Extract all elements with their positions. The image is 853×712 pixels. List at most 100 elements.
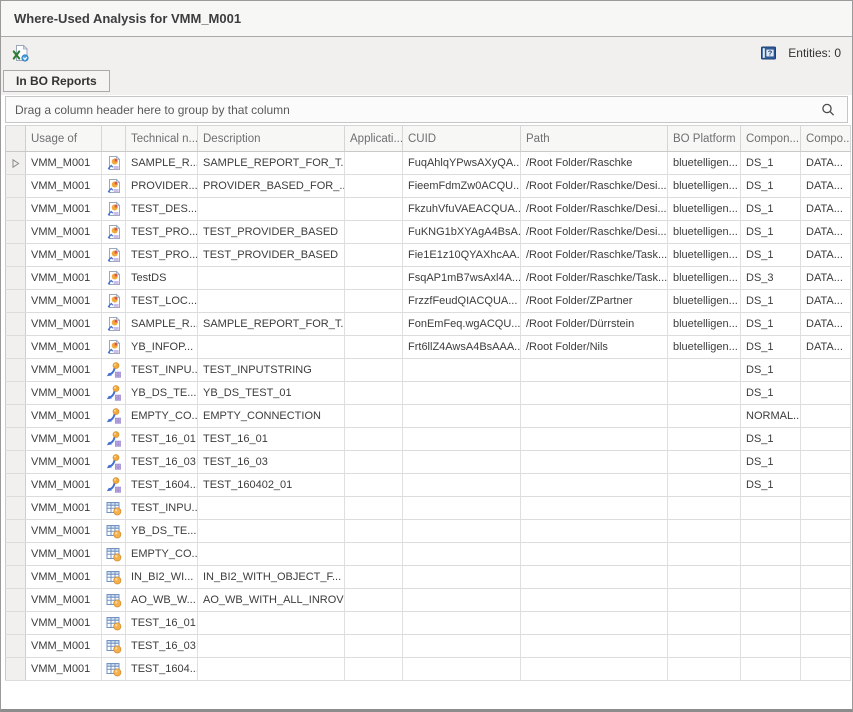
cell-component2: DATA... bbox=[801, 267, 851, 290]
row-indicator-cell[interactable] bbox=[6, 428, 26, 451]
cell-technical: EMPTY_CO... bbox=[126, 543, 198, 566]
row-indicator-cell[interactable] bbox=[6, 244, 26, 267]
cell-path bbox=[521, 359, 668, 382]
group-by-bar[interactable]: Drag a column header here to group by th… bbox=[5, 96, 848, 123]
column-header-path[interactable]: Path bbox=[521, 126, 668, 152]
cell-type-icon bbox=[102, 359, 126, 382]
cell-cuid bbox=[403, 359, 521, 382]
table-row[interactable]: VMM_M001 TEST_16_03 bbox=[6, 635, 851, 658]
connection-arrow-icon bbox=[106, 477, 122, 493]
tab-in-bo-reports[interactable]: In BO Reports bbox=[3, 70, 110, 92]
table-row[interactable]: VMM_M001 TEST_1604...TEST_160402_01DS_1 bbox=[6, 474, 851, 497]
row-indicator-cell[interactable] bbox=[6, 520, 26, 543]
data-table-icon bbox=[106, 615, 122, 631]
row-indicator-cell[interactable] bbox=[6, 198, 26, 221]
results-grid: Usage of Technical n...DescriptionApplica… bbox=[5, 125, 851, 681]
row-indicator-cell[interactable] bbox=[6, 658, 26, 681]
row-indicator-cell[interactable] bbox=[6, 635, 26, 658]
cell-application bbox=[345, 152, 403, 175]
cell-component2: DATA... bbox=[801, 152, 851, 175]
search-button[interactable] bbox=[818, 102, 838, 118]
export-to-excel-button[interactable] bbox=[8, 41, 34, 65]
table-row[interactable]: VMM_M001 TEST_PRO...TEST_PROVIDER_BASEDF… bbox=[6, 244, 851, 267]
cell-usage: VMM_M001 bbox=[26, 290, 102, 313]
connection-arrow-icon bbox=[106, 385, 122, 401]
cell-component2 bbox=[801, 451, 851, 474]
table-row[interactable]: VMM_M001 SAMPLE_R...SAMPLE_REPORT_FOR_T.… bbox=[6, 313, 851, 336]
row-indicator-cell[interactable] bbox=[6, 382, 26, 405]
table-row[interactable]: VMM_M001 TEST_INPU... bbox=[6, 497, 851, 520]
table-row[interactable]: VMM_M001 SAMPLE_R...SAMPLE_REPORT_FOR_T.… bbox=[6, 152, 851, 175]
cell-usage: VMM_M001 bbox=[26, 474, 102, 497]
row-indicator-cell[interactable] bbox=[6, 405, 26, 428]
table-row[interactable]: VMM_M001 EMPTY_CO...EMPTY_CONNECTIONNORM… bbox=[6, 405, 851, 428]
row-indicator-cell[interactable] bbox=[6, 152, 26, 175]
cell-component: DS_1 bbox=[741, 336, 801, 359]
cell-component2 bbox=[801, 359, 851, 382]
column-header-bo-platform[interactable]: BO Platform bbox=[668, 126, 741, 152]
row-indicator-cell[interactable] bbox=[6, 313, 26, 336]
row-indicator-cell[interactable] bbox=[6, 221, 26, 244]
cell-path bbox=[521, 658, 668, 681]
cell-type-icon bbox=[102, 290, 126, 313]
cell-usage: VMM_M001 bbox=[26, 175, 102, 198]
table-row[interactable]: VMM_M001 TEST_PRO...TEST_PROVIDER_BASEDF… bbox=[6, 221, 851, 244]
row-indicator-cell[interactable] bbox=[6, 290, 26, 313]
cell-usage: VMM_M001 bbox=[26, 428, 102, 451]
row-indicator-cell[interactable] bbox=[6, 336, 26, 359]
row-indicator-cell[interactable] bbox=[6, 566, 26, 589]
row-indicator-cell[interactable] bbox=[6, 267, 26, 290]
column-header-usage-of[interactable]: Usage of bbox=[26, 126, 102, 152]
table-row[interactable]: VMM_M001 AO_WB_W...AO_WB_WITH_ALL_INROV bbox=[6, 589, 851, 612]
cell-platform bbox=[668, 566, 741, 589]
connection-arrow-icon bbox=[106, 454, 122, 470]
row-indicator-cell[interactable] bbox=[6, 497, 26, 520]
table-row[interactable]: VMM_M001 YB_DS_TE... bbox=[6, 520, 851, 543]
table-row[interactable]: VMM_M001 TEST_LOC...FrzzfFeudQIACQUA.../… bbox=[6, 290, 851, 313]
row-indicator-cell[interactable] bbox=[6, 175, 26, 198]
row-indicator-cell[interactable] bbox=[6, 543, 26, 566]
cell-technical: TEST_DES... bbox=[126, 198, 198, 221]
cell-technical: PROVIDER... bbox=[126, 175, 198, 198]
column-header-row-indicator bbox=[6, 126, 26, 152]
cell-technical: AO_WB_W... bbox=[126, 589, 198, 612]
table-row[interactable]: VMM_M001 TEST_DES...FkzuhVfuVAEACQUA.../… bbox=[6, 198, 851, 221]
table-row[interactable]: VMM_M001 TEST_INPU...TEST_INPUTSTRINGDS_… bbox=[6, 359, 851, 382]
bo-report-document-icon bbox=[106, 293, 122, 309]
column-header-application[interactable]: Applicati... bbox=[345, 126, 403, 152]
cell-path bbox=[521, 405, 668, 428]
table-row[interactable]: VMM_M001 PROVIDER...PROVIDER_BASED_FOR_.… bbox=[6, 175, 851, 198]
table-row[interactable]: VMM_M001 TEST_1604... bbox=[6, 658, 851, 681]
table-row[interactable]: VMM_M001 TEST_16_03TEST_16_03DS_1 bbox=[6, 451, 851, 474]
cell-description: EMPTY_CONNECTION bbox=[198, 405, 345, 428]
table-row[interactable]: VMM_M001 TestDSFsqAP1mB7wsAxl4A.../Root … bbox=[6, 267, 851, 290]
cell-usage: VMM_M001 bbox=[26, 244, 102, 267]
cell-component: DS_1 bbox=[741, 198, 801, 221]
row-indicator-cell[interactable] bbox=[6, 474, 26, 497]
row-indicator-cell[interactable] bbox=[6, 589, 26, 612]
column-header-technical-name[interactable]: Technical n... bbox=[126, 126, 198, 152]
table-row[interactable]: VMM_M001 TEST_16_01TEST_16_01DS_1 bbox=[6, 428, 851, 451]
column-header-cuid[interactable]: CUID bbox=[403, 126, 521, 152]
column-header-description[interactable]: Description bbox=[198, 126, 345, 152]
table-row[interactable]: VMM_M001 EMPTY_CO... bbox=[6, 543, 851, 566]
row-indicator-cell[interactable] bbox=[6, 451, 26, 474]
cell-cuid bbox=[403, 612, 521, 635]
cell-type-icon bbox=[102, 428, 126, 451]
cell-platform: bluetelligen... bbox=[668, 336, 741, 359]
table-row[interactable]: VMM_M001 IN_BI2_WI...IN_BI2_WITH_OBJECT_… bbox=[6, 566, 851, 589]
cell-cuid: FsqAP1mB7wsAxl4A... bbox=[403, 267, 521, 290]
row-indicator-cell[interactable] bbox=[6, 612, 26, 635]
row-indicator-cell[interactable] bbox=[6, 359, 26, 382]
cell-platform bbox=[668, 543, 741, 566]
column-header-type-icon[interactable] bbox=[102, 126, 126, 152]
cell-type-icon bbox=[102, 566, 126, 589]
column-header-component-2[interactable]: Compo... bbox=[801, 126, 851, 152]
column-header-component[interactable]: Compon... bbox=[741, 126, 801, 152]
cell-description: AO_WB_WITH_ALL_INROV bbox=[198, 589, 345, 612]
table-row[interactable]: VMM_M001 YB_DS_TE...YB_DS_TEST_01DS_1 bbox=[6, 382, 851, 405]
help-button[interactable]: ? bbox=[756, 42, 781, 64]
cell-cuid bbox=[403, 474, 521, 497]
table-row[interactable]: VMM_M001 YB_INFOP...Frt6llZ4AwsA4BsAAA..… bbox=[6, 336, 851, 359]
table-row[interactable]: VMM_M001 TEST_16_01 bbox=[6, 612, 851, 635]
